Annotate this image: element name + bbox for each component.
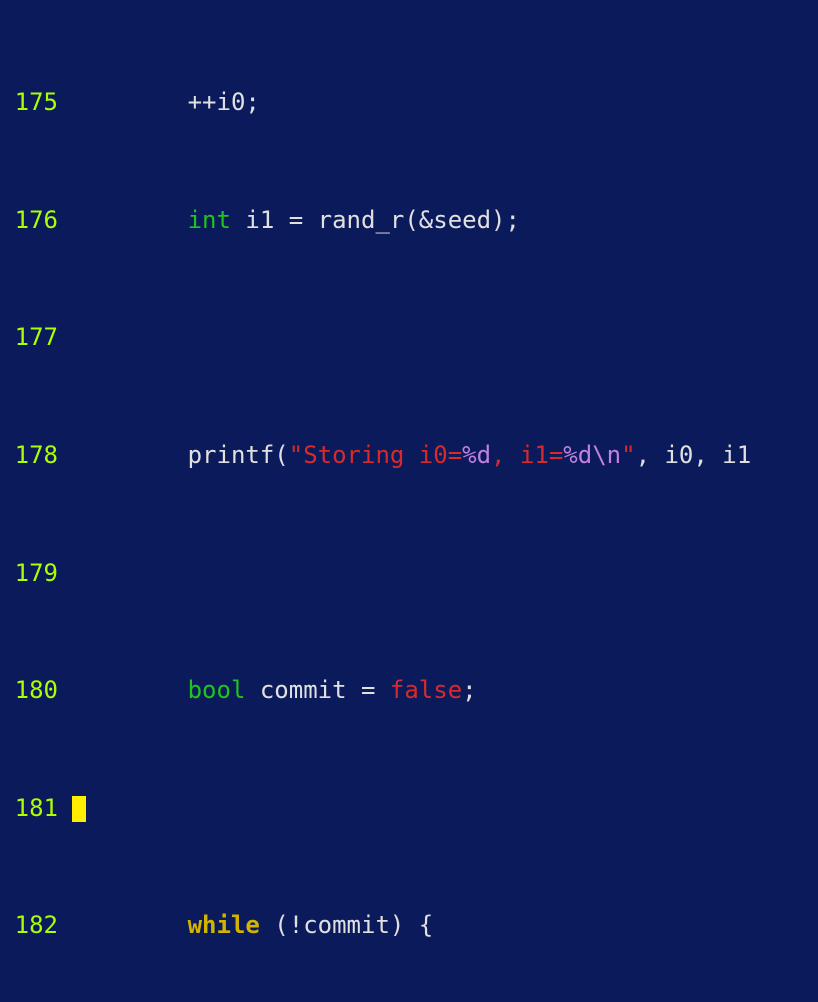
line-number: 181 (0, 794, 72, 823)
code-text (72, 559, 818, 588)
code-line[interactable]: 175 ++i0; (0, 88, 818, 117)
code-text: bool commit = false; (72, 676, 818, 705)
code-editor[interactable]: 175 ++i0; 176 int i1 = rand_r(&seed); 17… (0, 0, 818, 1002)
code-text: int i1 = rand_r(&seed); (72, 206, 818, 235)
line-number: 180 (0, 676, 72, 705)
code-text: while (!commit) { (72, 911, 818, 940)
line-number: 178 (0, 441, 72, 470)
line-number: 175 (0, 88, 72, 117)
code-text: ++i0; (72, 88, 818, 117)
code-text (72, 794, 818, 823)
line-number: 177 (0, 323, 72, 352)
code-line[interactable]: 182 while (!commit) { (0, 911, 818, 940)
cursor (72, 796, 86, 822)
code-line[interactable]: 178 printf("Storing i0=%d, i1=%d\n", i0,… (0, 441, 818, 470)
code-text: printf("Storing i0=%d, i1=%d\n", i0, i1 (72, 441, 818, 470)
code-line[interactable]: 176 int i1 = rand_r(&seed); (0, 206, 818, 235)
code-line[interactable]: 180 bool commit = false; (0, 676, 818, 705)
code-text (72, 323, 818, 352)
code-line[interactable]: 179 (0, 559, 818, 588)
line-number: 182 (0, 911, 72, 940)
line-number: 179 (0, 559, 72, 588)
line-number: 176 (0, 206, 72, 235)
code-line[interactable]: 177 (0, 323, 818, 352)
code-line[interactable]: 181 (0, 794, 818, 823)
